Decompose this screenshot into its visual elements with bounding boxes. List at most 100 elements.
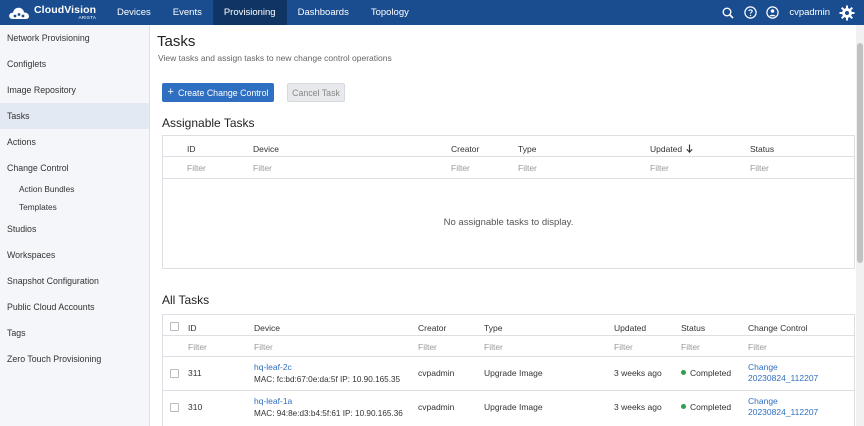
column-header-creator[interactable]: Creator — [418, 323, 446, 333]
all-tasks-table: ID Device Creator Type Updated Status Ch… — [162, 314, 855, 426]
filter-device-input[interactable]: Filter — [254, 342, 273, 352]
page-scrollbar[interactable] — [856, 25, 864, 426]
nav-dashboards[interactable]: Dashboards — [287, 0, 360, 25]
column-header-id[interactable]: ID — [187, 144, 196, 154]
task-creator: cvpadmin — [418, 368, 455, 378]
column-header-id[interactable]: ID — [188, 323, 197, 333]
create-change-control-label: Create Change Control — [177, 87, 269, 98]
status-dot-icon — [681, 404, 686, 410]
change-control-line-1: Change — [748, 362, 778, 372]
filter-status-input[interactable]: Filter — [681, 342, 700, 352]
column-header-device[interactable]: Device — [253, 144, 279, 154]
sidebar-item-tags[interactable]: Tags — [0, 320, 149, 346]
status-badge: Completed — [681, 368, 731, 379]
create-change-control-button[interactable]: + Create Change Control — [162, 83, 274, 102]
status-dot-icon — [681, 370, 686, 376]
scrollbar-thumb[interactable] — [857, 43, 863, 263]
sort-descending-icon — [685, 144, 693, 154]
status-badge: Completed — [681, 402, 731, 413]
filter-type-input[interactable]: Filter — [518, 163, 537, 173]
sidebar-item-zero-touch-provisioning[interactable]: Zero Touch Provisioning — [0, 346, 149, 372]
sidebar-item-action-bundles[interactable]: Action Bundles — [0, 180, 149, 198]
filter-updated-input[interactable]: Filter — [650, 163, 669, 173]
task-id: 311 — [188, 368, 202, 378]
task-updated: 3 weeks ago — [614, 402, 662, 412]
main-nav: Devices Events Provisioning Dashboards T… — [106, 0, 420, 25]
sidebar-item-studios[interactable]: Studios — [0, 216, 149, 242]
brand-sub: ARISTA — [78, 15, 97, 20]
task-id: 310 — [188, 402, 203, 412]
sidebar-item-image-repository[interactable]: Image Repository — [0, 77, 149, 103]
filter-updated-input[interactable]: Filter — [614, 342, 633, 352]
username[interactable]: cvpadmin — [789, 7, 830, 18]
column-header-updated-label: Updated — [650, 144, 683, 154]
top-nav-bar: CloudVision ARISTA Devices Events Provis… — [0, 0, 864, 25]
column-header-device[interactable]: Device — [254, 323, 280, 333]
column-header-updated[interactable]: Updated — [614, 323, 646, 333]
search-icon[interactable] — [717, 0, 739, 25]
column-header-type[interactable]: Type — [484, 323, 502, 333]
device-link[interactable]: hq-leaf-2c — [254, 362, 292, 373]
header-divider — [163, 156, 854, 157]
nav-provisioning[interactable]: Provisioning — [212, 0, 287, 25]
sidebar-item-templates[interactable]: Templates — [0, 198, 149, 216]
assignable-tasks-title: Assignable Tasks — [162, 116, 255, 130]
page-subtitle: View tasks and assign tasks to new chang… — [158, 53, 392, 63]
filter-device-input[interactable]: Filter — [253, 163, 272, 173]
status-text: Completed — [690, 402, 732, 412]
column-header-change-control[interactable]: Change Control — [748, 323, 808, 333]
filter-id-input[interactable]: Filter — [188, 342, 207, 352]
sidebar-item-actions[interactable]: Actions — [0, 129, 149, 155]
help-icon[interactable] — [739, 0, 761, 25]
header-divider — [163, 335, 854, 336]
change-control-link[interactable]: Change 20230824_112207 — [748, 362, 818, 384]
cancel-task-button[interactable]: Cancel Task — [287, 83, 345, 102]
task-type: Upgrade Image — [484, 402, 543, 412]
gear-icon[interactable] — [836, 0, 858, 25]
sidebar-item-public-cloud-accounts[interactable]: Public Cloud Accounts — [0, 294, 149, 320]
change-control-line-1: Change — [748, 396, 778, 406]
change-control-line-2: 20230824_112207 — [748, 407, 819, 417]
filter-status-input[interactable]: Filter — [750, 163, 769, 173]
task-type: Upgrade Image — [484, 368, 543, 378]
filter-divider — [163, 178, 854, 179]
status-text: Completed — [690, 368, 732, 378]
sidebar-item-change-control[interactable]: Change Control — [0, 155, 149, 181]
user-icon[interactable] — [761, 0, 783, 25]
device-info: MAC: fc:bd:67:0e:da:5f IP: 10.90.165.35 — [254, 375, 401, 384]
all-tasks-title: All Tasks — [162, 293, 210, 307]
nav-topology[interactable]: Topology — [360, 0, 420, 25]
empty-state-message: No assignable tasks to display. — [443, 217, 574, 228]
brand-logo[interactable]: CloudVision ARISTA — [0, 0, 106, 25]
change-control-line-2: 20230824_112207 — [748, 373, 819, 383]
sidebar-item-workspaces[interactable]: Workspaces — [0, 242, 149, 268]
filter-creator-input[interactable]: Filter — [451, 163, 470, 173]
filter-divider — [163, 356, 854, 357]
sidebar-item-tasks[interactable]: Tasks — [0, 103, 149, 129]
brand-name: CloudVision — [34, 3, 97, 16]
column-header-status[interactable]: Status — [681, 323, 705, 333]
select-all-checkbox[interactable] — [170, 322, 179, 331]
nav-events[interactable]: Events — [162, 0, 213, 25]
column-header-status[interactable]: Status — [750, 144, 774, 154]
sidebar-item-snapshot-configuration[interactable]: Snapshot Configuration — [0, 268, 149, 294]
sidebar-item-configlets[interactable]: Configlets — [0, 51, 149, 77]
column-header-type[interactable]: Type — [518, 144, 536, 154]
task-updated: 3 weeks ago — [614, 368, 662, 378]
main-content: Tasks View tasks and assign tasks to new… — [150, 25, 856, 426]
nav-devices[interactable]: Devices — [106, 0, 162, 25]
filter-type-input[interactable]: Filter — [484, 342, 503, 352]
sidebar-item-network-provisioning[interactable]: Network Provisioning — [0, 25, 149, 51]
column-header-updated[interactable]: Updated — [650, 144, 693, 154]
sidebar: Network Provisioning Configlets Image Re… — [0, 25, 150, 426]
row-checkbox[interactable] — [170, 403, 179, 412]
device-link[interactable]: hq-leaf-1a — [254, 396, 292, 407]
row-checkbox[interactable] — [170, 369, 179, 378]
filter-id-input[interactable]: Filter — [187, 163, 206, 173]
filter-creator-input[interactable]: Filter — [418, 342, 437, 352]
assignable-tasks-table: ID Device Creator Type Updated Status Fi… — [162, 135, 855, 269]
filter-change-control-input[interactable]: Filter — [748, 342, 767, 352]
change-control-link[interactable]: Change 20230824_112207 — [748, 396, 818, 418]
task-creator: cvpadmin — [418, 402, 455, 412]
column-header-creator[interactable]: Creator — [451, 144, 479, 154]
